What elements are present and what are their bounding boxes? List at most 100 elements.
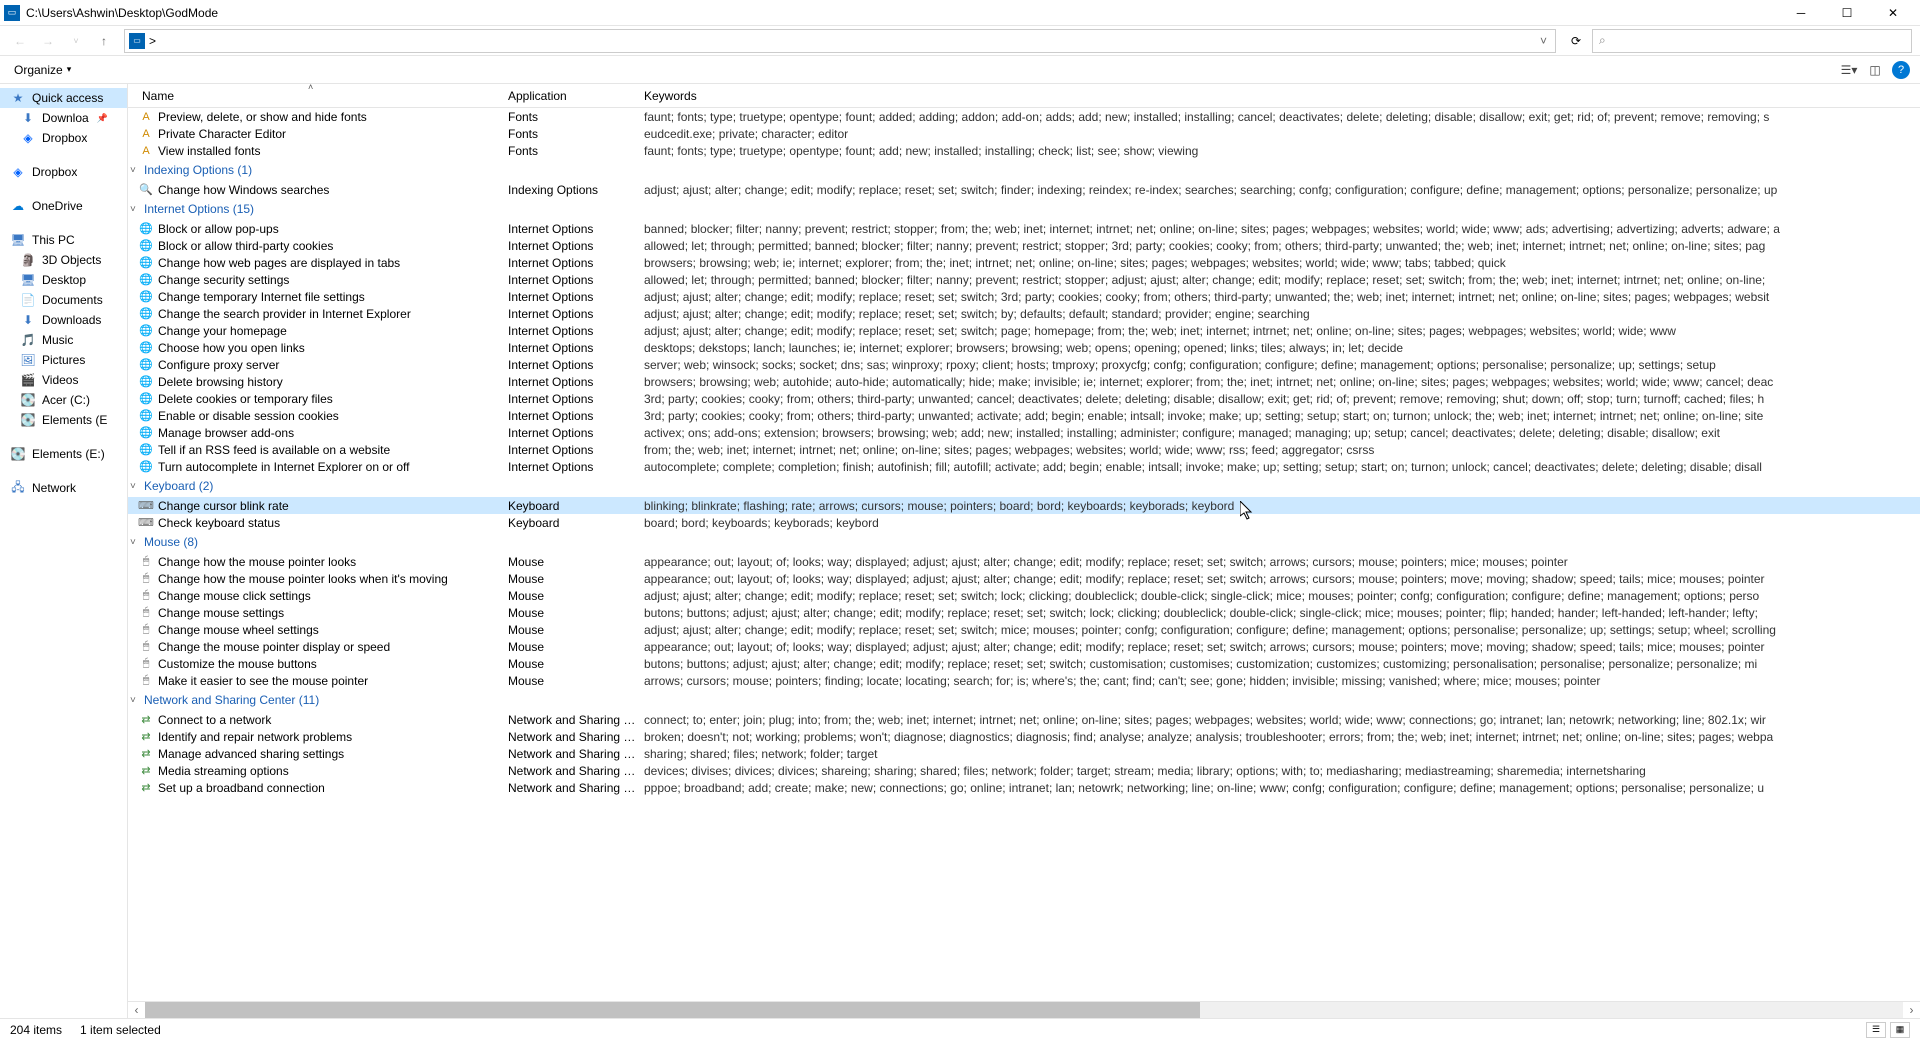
sidebar-documents[interactable]: 📄Documents (0, 290, 127, 310)
help-button[interactable]: ? (1892, 61, 1910, 79)
list-item[interactable]: 🌐Choose how you open linksInternet Optio… (128, 339, 1920, 356)
list-item[interactable]: ⇄Connect to a networkNetwork and Sharing… (128, 711, 1920, 728)
up-button[interactable]: ↑ (92, 29, 116, 53)
item-list[interactable]: APreview, delete, or show and hide fonts… (128, 108, 1920, 1001)
chevron-down-icon: ▾ (67, 64, 72, 75)
list-item[interactable]: 🌐Change security settingsInternet Option… (128, 271, 1920, 288)
search-icon: ⌕ (1599, 33, 1606, 48)
item-icon: 🌐 (138, 425, 154, 441)
list-item[interactable]: 🌐Tell if an RSS feed is available on a w… (128, 441, 1920, 458)
list-item[interactable]: AView installed fontsFontsfaunt; fonts; … (128, 142, 1920, 159)
list-item[interactable]: ⌨Change cursor blink rateKeyboardblinkin… (128, 497, 1920, 514)
sidebar-elements-e2[interactable]: 💽Elements (E:) (0, 444, 127, 464)
item-application: Network and Sharing Center (508, 713, 644, 727)
list-item[interactable]: 🖱Make it easier to see the mouse pointer… (128, 672, 1920, 689)
preview-pane-button[interactable]: ◫ (1866, 62, 1884, 78)
sidebar-dropbox[interactable]: ◈Dropbox (0, 162, 127, 182)
list-item[interactable]: 🖱Change how the mouse pointer looks when… (128, 570, 1920, 587)
address-dropdown[interactable]: ˅ (1536, 34, 1551, 48)
refresh-button[interactable]: ⟳ (1564, 29, 1588, 53)
item-name: Manage advanced sharing settings (158, 747, 508, 761)
group-label: Network and Sharing Center (11) (144, 693, 319, 707)
list-item[interactable]: 🌐Manage browser add-onsInternet Optionsa… (128, 424, 1920, 441)
recent-dropdown[interactable]: ˅ (64, 29, 88, 53)
organize-button[interactable]: Organize ▾ (10, 61, 75, 79)
sidebar-desktop[interactable]: 🖥Desktop (0, 270, 127, 290)
close-button[interactable]: ✕ (1870, 0, 1916, 26)
list-item[interactable]: 🖱Change mouse settingsMousebutons; butto… (128, 604, 1920, 621)
list-item[interactable]: ⌨Check keyboard statusKeyboardboard; bor… (128, 514, 1920, 531)
network-icon: 🖧 (10, 480, 26, 496)
titlebar: ▭ C:\Users\Ashwin\Desktop\GodMode ─ ☐ ✕ (0, 0, 1920, 26)
group-header[interactable]: ˅Internet Options (15) (128, 198, 1920, 220)
list-item[interactable]: APrivate Character EditorFontseudcedit.e… (128, 125, 1920, 142)
list-item[interactable]: 🌐Block or allow pop-upsInternet Optionsb… (128, 220, 1920, 237)
item-keywords: adjust; ajust; alter; change; edit; modi… (644, 589, 1920, 603)
drive-icon: 💽 (20, 392, 36, 408)
group-header[interactable]: ˅Indexing Options (1) (128, 159, 1920, 181)
list-item[interactable]: 🌐Change the search provider in Internet … (128, 305, 1920, 322)
group-header[interactable]: ˅Network and Sharing Center (11) (128, 689, 1920, 711)
sidebar-music[interactable]: 🎵Music (0, 330, 127, 350)
column-header-application[interactable]: Application (508, 89, 644, 103)
list-item[interactable]: 🖱Customize the mouse buttonsMousebutons;… (128, 655, 1920, 672)
maximize-button[interactable]: ☐ (1824, 0, 1870, 26)
item-application: Keyboard (508, 516, 644, 530)
sidebar-downloads[interactable]: ⬇Downloads (0, 310, 127, 330)
sidebar-quick-access[interactable]: ★Quick access (0, 88, 127, 108)
list-item[interactable]: ⇄Set up a broadband connectionNetwork an… (128, 779, 1920, 796)
sidebar-network[interactable]: 🖧Network (0, 478, 127, 498)
item-icon: 🌐 (138, 255, 154, 271)
group-header[interactable]: ˅Mouse (8) (128, 531, 1920, 553)
list-item[interactable]: 🌐Change how web pages are displayed in t… (128, 254, 1920, 271)
item-application: Internet Options (508, 307, 644, 321)
list-item[interactable]: APreview, delete, or show and hide fonts… (128, 108, 1920, 125)
minimize-button[interactable]: ─ (1778, 0, 1824, 26)
list-item[interactable]: ⇄Media streaming optionsNetwork and Shar… (128, 762, 1920, 779)
list-item[interactable]: 🔍Change how Windows searchesIndexing Opt… (128, 181, 1920, 198)
list-item[interactable]: 🖱Change the mouse pointer display or spe… (128, 638, 1920, 655)
item-keywords: activex; ons; add-ons; extension; browse… (644, 426, 1920, 440)
sidebar-acer-c[interactable]: 💽Acer (C:) (0, 390, 127, 410)
sidebar-3d-objects[interactable]: 🗿3D Objects (0, 250, 127, 270)
details-view-button[interactable]: ☰ (1866, 1022, 1886, 1038)
list-item[interactable]: 🌐Delete cookies or temporary filesIntern… (128, 390, 1920, 407)
forward-button[interactable]: → (36, 29, 60, 53)
list-item[interactable]: 🖱Change mouse click settingsMouseadjust;… (128, 587, 1920, 604)
list-item[interactable]: 🌐Delete browsing historyInternet Options… (128, 373, 1920, 390)
toolbar: Organize ▾ ☰▾ ◫ ? (0, 56, 1920, 84)
group-header[interactable]: ˅Keyboard (2) (128, 475, 1920, 497)
address-bar[interactable]: ▭ > ˅ (124, 29, 1556, 53)
column-header-name[interactable]: Name (138, 89, 508, 103)
search-input[interactable] (1610, 34, 1905, 48)
view-options-button[interactable]: ☰▾ (1840, 62, 1858, 78)
list-item[interactable]: 🌐Change your homepageInternet Optionsadj… (128, 322, 1920, 339)
back-button[interactable]: ← (8, 29, 32, 53)
chevron-down-icon: ˅ (130, 481, 144, 492)
group-label: Mouse (8) (144, 535, 198, 549)
item-icon: ⇄ (138, 746, 154, 762)
large-icons-view-button[interactable]: ▦ (1890, 1022, 1910, 1038)
item-icon: ⌨ (138, 515, 154, 531)
sidebar-onedrive[interactable]: ☁OneDrive (0, 196, 127, 216)
sidebar-pictures[interactable]: 🖼Pictures (0, 350, 127, 370)
list-item[interactable]: 🌐Change temporary Internet file settings… (128, 288, 1920, 305)
sidebar-downloads-pinned[interactable]: ⬇Downloa📌 (0, 108, 127, 128)
horizontal-scrollbar[interactable]: ‹ › (128, 1001, 1920, 1018)
list-item[interactable]: 🌐Block or allow third-party cookiesInter… (128, 237, 1920, 254)
sidebar-this-pc[interactable]: 🖥This PC (0, 230, 127, 250)
list-item[interactable]: 🌐Enable or disable session cookiesIntern… (128, 407, 1920, 424)
item-keywords: 3rd; party; cookies; cooky; from; others… (644, 409, 1920, 423)
list-item[interactable]: 🖱Change mouse wheel settingsMouseadjust;… (128, 621, 1920, 638)
sidebar-elements-e1[interactable]: 💽Elements (E (0, 410, 127, 430)
sidebar-dropbox-pinned[interactable]: ◈Dropbox (0, 128, 127, 148)
sidebar-videos[interactable]: 🎬Videos (0, 370, 127, 390)
list-item[interactable]: ⇄Manage advanced sharing settingsNetwork… (128, 745, 1920, 762)
list-item[interactable]: 🌐Turn autocomplete in Internet Explorer … (128, 458, 1920, 475)
column-header-keywords[interactable]: Keywords (644, 89, 1920, 103)
list-item[interactable]: ⇄Identify and repair network problemsNet… (128, 728, 1920, 745)
navigation-pane[interactable]: ★Quick access ⬇Downloa📌 ◈Dropbox ◈Dropbo… (0, 84, 128, 1018)
search-box[interactable]: ⌕ (1592, 29, 1912, 53)
list-item[interactable]: 🌐Configure proxy serverInternet Optionss… (128, 356, 1920, 373)
list-item[interactable]: 🖱Change how the mouse pointer looksMouse… (128, 553, 1920, 570)
